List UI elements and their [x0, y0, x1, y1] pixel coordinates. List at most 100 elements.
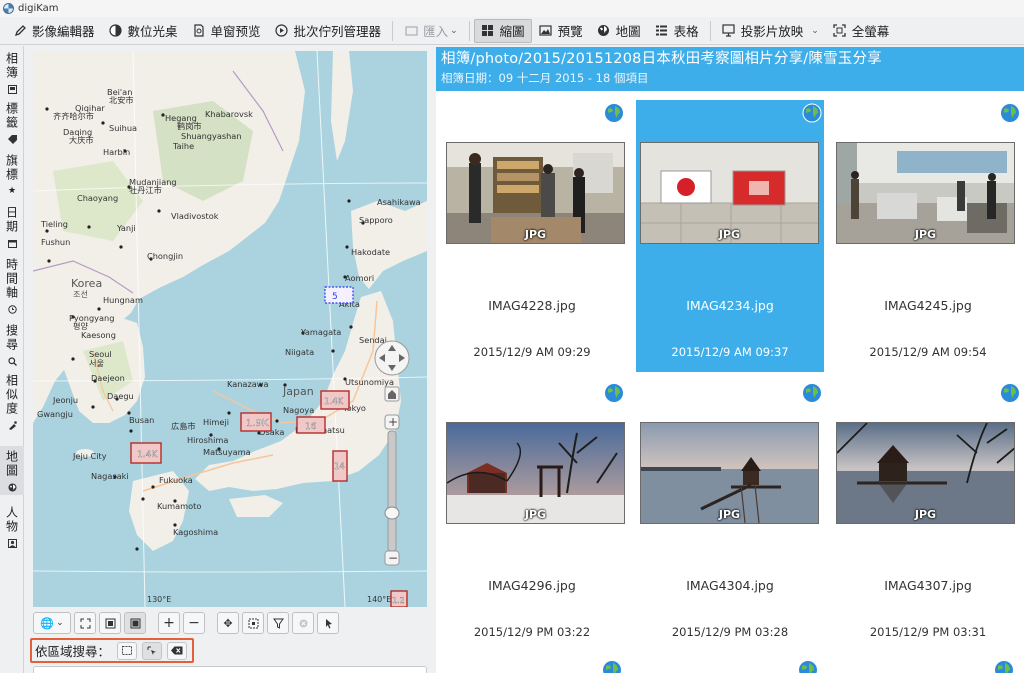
map-zoom-out-button[interactable]: −	[183, 612, 205, 634]
svg-text:Nagoya: Nagoya	[283, 405, 314, 415]
map-zoom-in-button[interactable]: +	[158, 612, 180, 634]
sidebar-tab-people[interactable]: 人物	[0, 506, 24, 548]
search-icon	[7, 356, 17, 366]
clear-selection-button[interactable]	[292, 612, 314, 634]
svg-text:Hungnam: Hungnam	[103, 295, 143, 305]
thumbnail-image[interactable]: JPG	[640, 142, 819, 244]
map-home-button[interactable]	[384, 386, 400, 402]
sidebar-tab-similarity[interactable]: 相似度	[0, 374, 24, 430]
region-clear-button[interactable]	[167, 641, 188, 660]
select-group-button[interactable]	[242, 612, 264, 634]
file-type-badge: JPG	[914, 228, 937, 241]
svg-text:1.4K: 1.4K	[324, 397, 344, 407]
thumbnail-image[interactable]: JPG	[836, 142, 1015, 244]
sidebar-tab-search[interactable]: 搜尋	[0, 324, 24, 366]
single-preview-button[interactable]: 单窗预览	[185, 19, 268, 43]
region-search-box: 依區域搜尋：	[30, 638, 194, 663]
sidebar-tab-dates[interactable]: 日期	[0, 206, 24, 248]
region-zoom-button[interactable]	[142, 641, 163, 660]
sidebar-tab-labels[interactable]: 旗標 ★	[0, 154, 24, 196]
thumbnail-image[interactable]: JPG	[446, 422, 625, 524]
sidebar-tab-tags[interactable]: 標籤	[0, 102, 24, 144]
fullscreen-button[interactable]: 全螢幕	[826, 19, 897, 43]
map-globe-menu-button[interactable]: 🌐 ⌄	[33, 612, 71, 634]
map-canvas[interactable]: Bei'an北安市 Qiqihar齐齐哈尔市 Daqing大庆市 Suihua …	[33, 51, 427, 607]
thumbnail-image[interactable]: JPG	[446, 142, 625, 244]
bottom-panel-field[interactable]	[33, 666, 427, 673]
image-editor-button[interactable]: 影像編輯器	[6, 19, 102, 43]
map-view[interactable]: Bei'an 北安市 Qiqihar 齐齐哈尔市 Daqing 大庆市 Suihua …	[33, 51, 427, 607]
mouse-mode-button[interactable]	[317, 612, 339, 634]
svg-text:+: +	[388, 415, 398, 429]
thumbnail-item[interactable]: JPG IMAG4245.jpg 2015/12/9 AM 09:54	[834, 100, 1022, 372]
select-group-icon	[248, 618, 258, 628]
svg-text:130°E: 130°E	[147, 595, 171, 604]
svg-text:Kumamoto: Kumamoto	[157, 501, 201, 511]
left-sidebar-tabs: 相簿 標籤 旗標 ★ 日期 時間軸 搜尋 相似度 地圖 人物	[0, 46, 24, 673]
region-search-label: 依區域搜尋：	[35, 644, 111, 659]
thumbnail-item[interactable]: JPG IMAG4304.jpg 2015/12/9 PM 03:28	[636, 380, 824, 652]
file-date: 2015/12/9 PM 03:31	[869, 625, 987, 639]
svg-text:Asahikawa: Asahikawa	[377, 197, 421, 207]
geolocation-globe-icon	[799, 661, 817, 673]
thumbnail-item[interactable]: JPG IMAG4296.jpg 2015/12/9 PM 03:22	[438, 380, 626, 652]
preview-view-button[interactable]: 預覽	[532, 19, 590, 43]
main-toolbar: 影像編輯器 數位光桌 单窗预览 批次佇列管理器 匯入 ⌄ 縮圖 預覽 地圖 表格…	[0, 17, 1024, 45]
sidebar-tab-map[interactable]: 地圖	[0, 446, 24, 495]
sidebar-tab-timeline[interactable]: 時間軸	[0, 258, 24, 314]
image-icon	[130, 618, 140, 628]
svg-text:Utsunomiya: Utsunomiya	[345, 377, 394, 387]
region-select-button[interactable]	[117, 641, 138, 660]
svg-text:Daegu: Daegu	[107, 391, 134, 401]
cursor-icon	[325, 618, 332, 628]
light-table-button[interactable]: 數位光桌	[102, 19, 185, 43]
svg-text:Daejeon: Daejeon	[91, 373, 125, 383]
slideshow-button[interactable]: 投影片放映 ⌄	[715, 19, 826, 43]
show-thumbnails-button[interactable]	[124, 612, 146, 634]
thumbnail-grid[interactable]: JPG IMAG4228.jpg 2015/12/9 AM 09:29 JPG …	[436, 91, 1024, 673]
svg-text:牡丹江市: 牡丹江市	[129, 185, 162, 195]
svg-text:Kaesong: Kaesong	[81, 330, 116, 340]
map-pan-control[interactable]	[374, 340, 410, 376]
zoom-selection-button[interactable]	[99, 612, 121, 634]
sidebar-tab-albums[interactable]: 相簿	[0, 52, 24, 94]
svg-text:Yanji: Yanji	[116, 223, 136, 233]
rectangle-select-icon	[122, 646, 133, 655]
file-date: 2015/12/9 AM 09:29	[473, 345, 591, 359]
thumbnails-view-button[interactable]: 縮圖	[473, 18, 532, 43]
svg-text:Nagasaki: Nagasaki	[91, 471, 129, 481]
svg-text:鹤岗市: 鹤岗市	[177, 121, 202, 131]
file-name: IMAG4296.jpg	[488, 578, 576, 593]
filter-button[interactable]	[267, 612, 289, 634]
svg-text:5: 5	[332, 292, 338, 302]
svg-text:Harbin: Harbin	[103, 147, 130, 157]
thumbnail-image[interactable]: JPG	[640, 422, 819, 524]
geolocation-globe-icon	[802, 103, 822, 123]
batch-queue-icon	[275, 24, 289, 38]
map-view-button[interactable]: 地圖	[590, 19, 648, 43]
svg-text:Vladivostok: Vladivostok	[171, 211, 219, 221]
preview-icon	[539, 24, 553, 38]
thumbnails-icon	[481, 24, 495, 38]
table-view-button[interactable]: 表格	[648, 19, 706, 43]
file-type-badge: JPG	[718, 228, 741, 241]
plus-icon: +	[163, 615, 175, 631]
batch-queue-button[interactable]: 批次佇列管理器	[268, 19, 389, 43]
pan-mode-button[interactable]: ✥	[217, 612, 239, 634]
file-type-badge: JPG	[524, 228, 547, 241]
thumbnail-item[interactable]: JPG IMAG4228.jpg 2015/12/9 AM 09:29	[438, 100, 626, 372]
import-button[interactable]: 匯入 ⌄	[397, 19, 465, 43]
file-type-badge: JPG	[914, 508, 937, 521]
zoom-selection-icon	[105, 618, 115, 628]
window-title: digiKam	[18, 3, 59, 14]
thumbnail-item[interactable]: JPG IMAG4307.jpg 2015/12/9 PM 03:31	[834, 380, 1022, 652]
file-name: IMAG4228.jpg	[488, 298, 576, 313]
zoom-fit-button[interactable]	[74, 612, 96, 634]
zoom-fit-icon	[80, 618, 90, 628]
svg-text:Jeonju: Jeonju	[52, 395, 78, 405]
thumbnail-image[interactable]: JPG	[836, 422, 1015, 524]
file-name: IMAG4234.jpg	[686, 298, 774, 313]
fuzzy-search-icon	[7, 420, 17, 430]
toolbar-separator	[709, 20, 711, 41]
thumbnail-item-selected[interactable]: JPG IMAG4234.jpg 2015/12/9 AM 09:37	[636, 100, 824, 372]
